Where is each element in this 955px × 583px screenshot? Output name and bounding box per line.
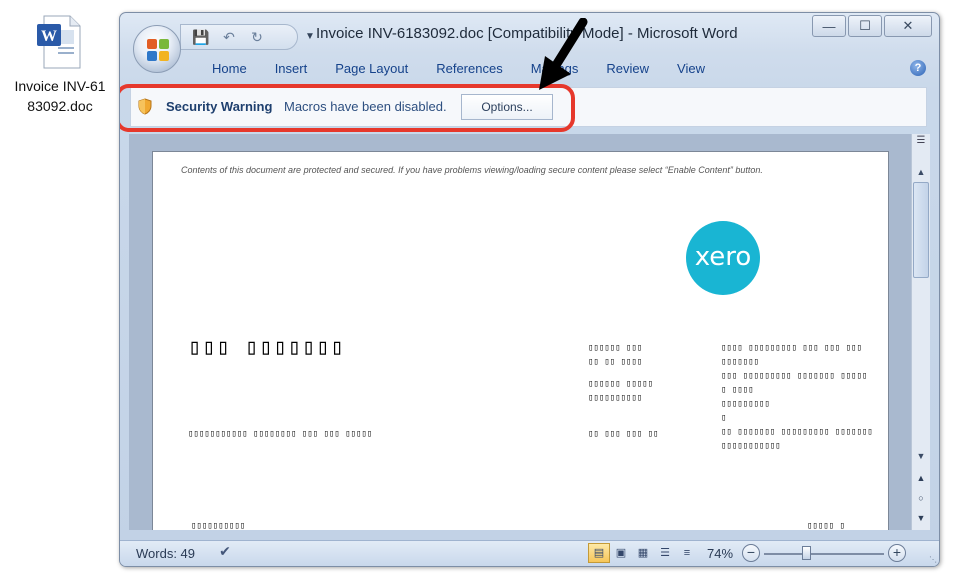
previous-page-icon[interactable]: ▲ bbox=[913, 470, 929, 486]
garbled-line: ▯▯ ▯▯▯▯▯▯▯ ▯▯▯▯▯▯▯▯▯ ▯▯▯▯▯▯▯ bbox=[721, 427, 873, 437]
vertical-scrollbar[interactable]: ☰ ▲ ▼ ▲ ○ ▼ bbox=[911, 134, 930, 530]
garbled-line: ▯ ▯▯▯▯ bbox=[721, 385, 754, 395]
document-area[interactable]: Contents of this document are protected … bbox=[129, 134, 913, 530]
title-bar[interactable]: 💾 ↶ ↻ ▼ Invoice INV-6183092.doc [Compati… bbox=[120, 13, 939, 73]
security-warning-text: Macros have been disabled. bbox=[284, 99, 447, 114]
draft-icon[interactable]: ≡ bbox=[676, 543, 698, 563]
resize-grip-icon[interactable]: ⋱ bbox=[929, 555, 937, 564]
shield-icon bbox=[138, 98, 152, 115]
zoom-slider-track[interactable] bbox=[764, 553, 884, 555]
ribbon-tabs: Home Insert Page Layout References Maili… bbox=[198, 60, 719, 78]
security-message-bar: Security Warning Macros have been disabl… bbox=[130, 87, 927, 127]
tab-home[interactable]: Home bbox=[198, 60, 261, 78]
garbled-title: ▯▯▯ ▯▯▯▯▯▯▯ bbox=[188, 335, 345, 360]
svg-text:W: W bbox=[41, 28, 57, 45]
security-warning-title: Security Warning bbox=[166, 99, 273, 114]
word-window: 💾 ↶ ↻ ▼ Invoice INV-6183092.doc [Compati… bbox=[119, 12, 940, 567]
protection-notice: Contents of this document are protected … bbox=[181, 165, 763, 175]
garbled-line: ▯▯▯▯▯▯▯ bbox=[721, 357, 759, 367]
document-page[interactable]: Contents of this document are protected … bbox=[152, 151, 889, 530]
browse-object-icon[interactable]: ○ bbox=[913, 490, 929, 506]
desktop-file-label: Invoice INV-6183092.doc bbox=[14, 78, 106, 114]
office-logo-icon bbox=[147, 39, 169, 61]
tab-references[interactable]: References bbox=[422, 60, 516, 78]
outline-icon[interactable]: ☰ bbox=[654, 543, 676, 563]
next-page-icon[interactable]: ▼ bbox=[913, 510, 929, 526]
tab-insert[interactable]: Insert bbox=[261, 60, 322, 78]
garbled-line: ▯▯ ▯▯▯ ▯▯▯ ▯▯ bbox=[588, 429, 659, 439]
tab-view[interactable]: View bbox=[663, 60, 719, 78]
word-count[interactable]: Words: 49 bbox=[136, 546, 195, 561]
scroll-down-icon[interactable]: ▼ bbox=[913, 448, 929, 464]
proofing-icon[interactable]: ✔ bbox=[214, 543, 236, 563]
garbled-line: ▯▯▯▯▯ ▯ bbox=[807, 521, 845, 530]
garbled-line: ▯▯▯▯▯▯▯▯▯▯▯ bbox=[721, 441, 781, 451]
save-icon[interactable]: 💾 bbox=[191, 29, 211, 46]
options-button[interactable]: Options... bbox=[461, 94, 553, 120]
view-buttons: ▤ ▣ ▦ ☰ ≡ bbox=[588, 543, 698, 563]
quick-access-toolbar: 💾 ↶ ↻ bbox=[180, 24, 298, 50]
scroll-thumb[interactable] bbox=[913, 182, 929, 278]
redo-icon[interactable]: ↻ bbox=[247, 29, 267, 46]
scroll-up-icon[interactable]: ▲ bbox=[913, 164, 929, 180]
full-screen-reading-icon[interactable]: ▣ bbox=[610, 543, 632, 563]
zoom-out-button[interactable]: − bbox=[742, 544, 760, 562]
garbled-line: ▯▯▯ ▯▯▯▯▯▯▯▯▯ ▯▯▯▯▯▯▯ ▯▯▯▯▯ bbox=[721, 371, 868, 381]
window-controls: — ☐ ✕ bbox=[810, 15, 932, 37]
annotation-arrow bbox=[539, 18, 588, 90]
web-layout-icon[interactable]: ▦ bbox=[632, 543, 654, 563]
window-title: Invoice INV-6183092.doc [Compatibility M… bbox=[316, 25, 738, 42]
zoom-slider-thumb[interactable] bbox=[802, 546, 811, 560]
minimize-button[interactable]: — bbox=[812, 15, 846, 37]
garbled-line: ▯ bbox=[721, 413, 727, 423]
tab-page-layout[interactable]: Page Layout bbox=[321, 60, 422, 78]
garbled-line: ▯▯▯▯▯▯ ▯▯▯ bbox=[588, 343, 643, 353]
garbled-line: ▯▯ ▯▯ ▯▯▯▯ bbox=[588, 357, 643, 367]
zoom-in-button[interactable]: + bbox=[888, 544, 906, 562]
garbled-line: ▯▯▯▯▯▯▯▯▯▯▯ ▯▯▯▯▯▯▯▯ ▯▯▯ ▯▯▯ ▯▯▯▯▯ bbox=[188, 429, 373, 439]
close-button[interactable]: ✕ bbox=[884, 15, 932, 37]
word-document-icon: W bbox=[36, 14, 84, 70]
status-bar: Words: 49 ✔ ▤ ▣ ▦ ☰ ≡ 74% − + ⋱ bbox=[120, 540, 939, 566]
garbled-line: ▯▯▯▯▯▯▯▯▯ bbox=[721, 399, 770, 409]
print-layout-icon[interactable]: ▤ bbox=[588, 543, 610, 563]
tab-review[interactable]: Review bbox=[592, 60, 663, 78]
xero-logo: xero bbox=[686, 221, 760, 295]
maximize-button[interactable]: ☐ bbox=[848, 15, 882, 37]
ruler-toggle-icon[interactable]: ☰ bbox=[912, 134, 930, 162]
garbled-line: ▯▯▯▯▯▯▯▯▯▯ bbox=[588, 393, 643, 403]
help-icon[interactable]: ? bbox=[910, 60, 926, 76]
office-button[interactable] bbox=[133, 25, 181, 73]
zoom-level[interactable]: 74% bbox=[707, 546, 733, 561]
garbled-line: ▯▯▯▯ ▯▯▯▯▯▯▯▯▯ ▯▯▯ ▯▯▯ ▯▯▯ bbox=[721, 343, 862, 353]
undo-icon[interactable]: ↶ bbox=[219, 29, 239, 46]
garbled-line: ▯▯▯▯▯▯▯▯▯▯ bbox=[191, 521, 246, 530]
garbled-line: ▯▯▯▯▯▯ ▯▯▯▯▯ bbox=[588, 379, 654, 389]
desktop-file-icon[interactable]: W Invoice INV-6183092.doc bbox=[10, 14, 110, 116]
customize-qat-icon[interactable]: ▼ bbox=[305, 31, 315, 42]
